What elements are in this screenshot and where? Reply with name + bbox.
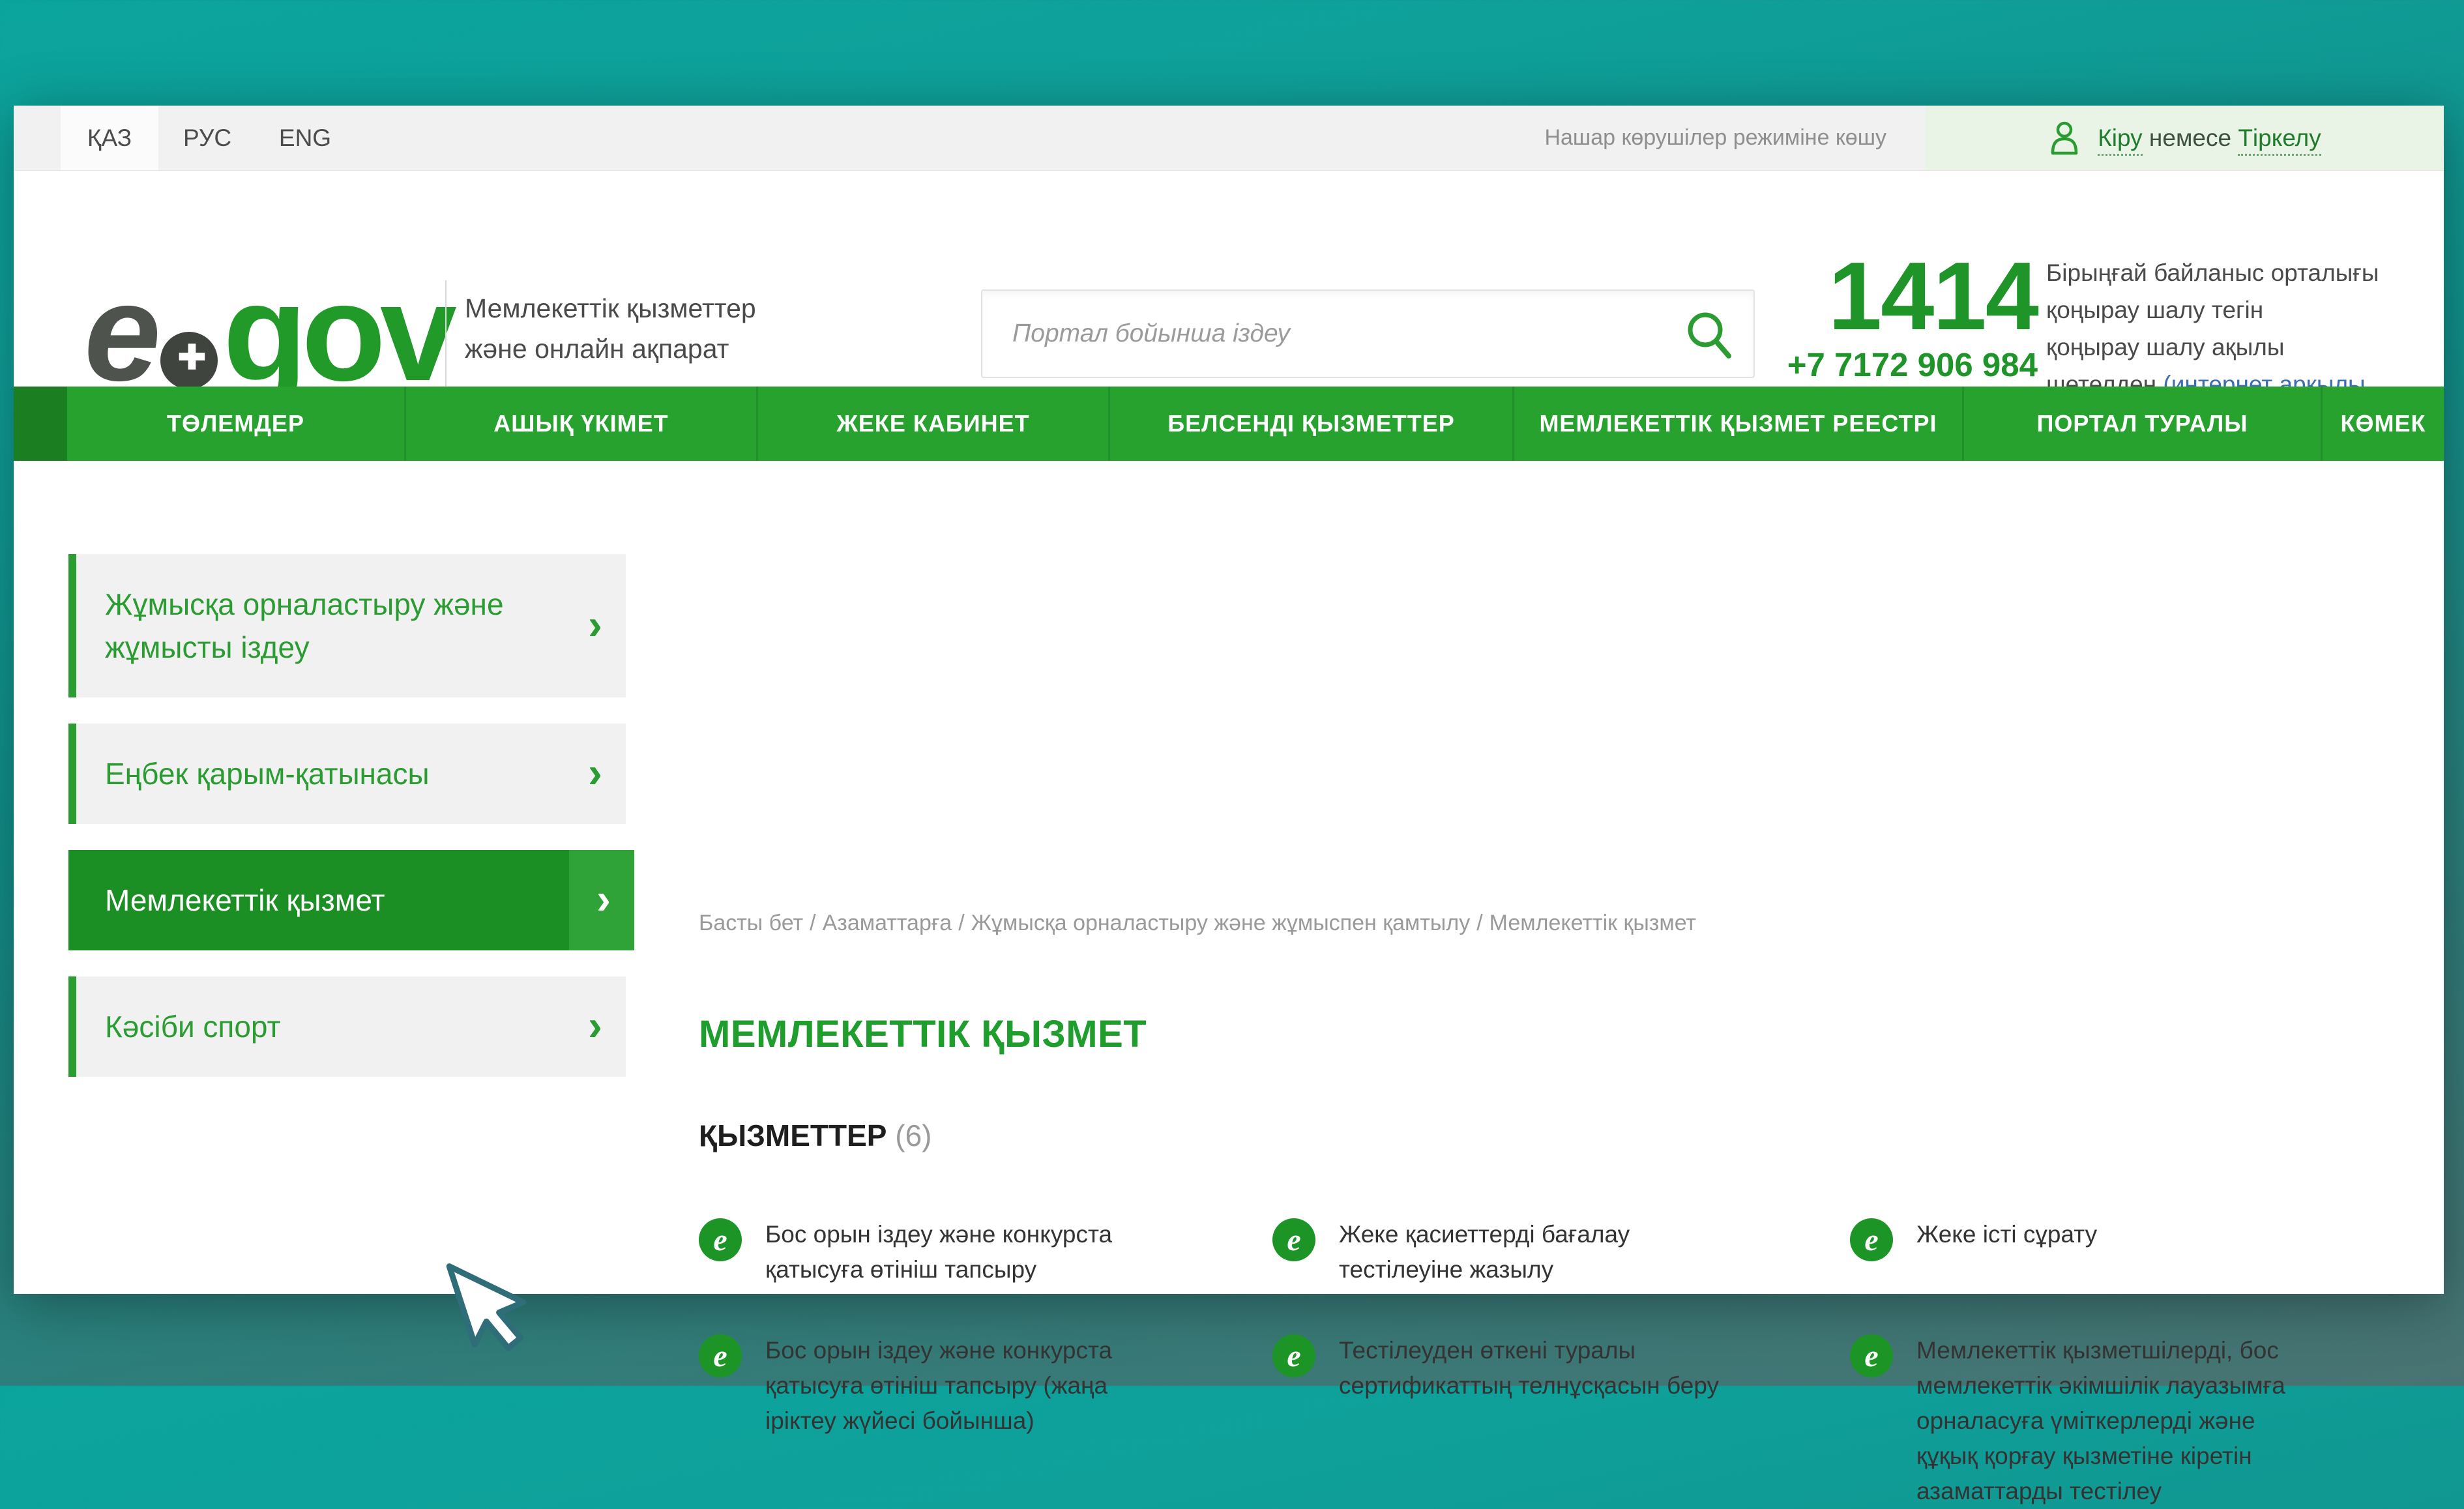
nav-open-government[interactable]: АШЫҚ ҮКІМЕТ <box>404 387 756 461</box>
content-area: Жұмысқа орналастыру және жұмысты іздеу ›… <box>14 461 2444 1294</box>
breadcrumb-separator: / <box>810 911 815 935</box>
services-count: (6) <box>895 1119 931 1152</box>
chevron-right-icon: › <box>588 1003 602 1046</box>
sidebar-item-label: Кәсіби спорт <box>105 1010 281 1044</box>
nav-active-services[interactable]: БЕЛСЕНДІ ҚЫЗМЕТТЕР <box>1108 387 1512 461</box>
mouse-cursor <box>436 1251 546 1360</box>
sidebar-item-label: Еңбек қарым-қатынасы <box>105 757 430 791</box>
egov-portal-page: ҚАЗ РУС ENG Нашар көрушілер режиміне көш… <box>14 106 2444 1294</box>
egov-service-icon: e <box>699 1334 742 1377</box>
nav-about-portal[interactable]: ПОРТАЛ ТУРАЛЫ <box>1962 387 2321 461</box>
contact-line1: Бірыңғай байланыс орталығы <box>2046 254 2437 291</box>
main-navigation: ТӨЛЕМДЕР АШЫҚ ҮКІМЕТ ЖЕКЕ КАБИНЕТ БЕЛСЕН… <box>14 387 2444 461</box>
user-icon <box>2048 121 2081 156</box>
service-link-vacancy-application-new-system[interactable]: e Бос орын іздеу және конкурста қатысуға… <box>699 1333 1272 1509</box>
call-center-number: 1414 <box>1813 248 2038 345</box>
breadcrumb-current: Мемлекеттік қызмет <box>1489 911 1696 935</box>
breadcrumb-separator: / <box>958 911 964 935</box>
sidebar-item-labor-relations[interactable]: Еңбек қарым-қатынасы › <box>68 724 626 824</box>
login-register-links: Кіру немесе Тіркелу <box>2098 125 2321 152</box>
top-bar: ҚАЗ РУС ENG Нашар көрушілер режиміне көш… <box>14 106 2444 171</box>
logo-emblem-icon <box>160 332 218 389</box>
service-link-certificate-duplicate[interactable]: e Тестілеуден өткені туралы сертификатты… <box>1272 1333 1850 1509</box>
nav-help[interactable]: КӨМЕК <box>2321 387 2444 461</box>
services-grid: e Бос орын іздеу және конкурста қатысуға… <box>699 1217 2420 1509</box>
call-center-phone-international: +7 7172 906 984 <box>1761 345 2038 384</box>
nav-personal-cabinet[interactable]: ЖЕКЕ КАБИНЕТ <box>756 387 1108 461</box>
login-link[interactable]: Кіру <box>2098 125 2142 156</box>
tagline-line2: және онлайн ақпарат <box>465 334 729 364</box>
sidebar-item-label: Мемлекеттік қызмет <box>105 883 385 917</box>
egov-service-icon: e <box>1850 1218 1893 1261</box>
service-link-civil-servants-testing[interactable]: e Мемлекеттік қызметшілерді, бос мемлеке… <box>1850 1333 2420 1509</box>
nav-state-services-registry[interactable]: МЕМЛЕКЕТТІК ҚЫЗМЕТ РЕЕСТРІ <box>1512 387 1962 461</box>
language-switcher: ҚАЗ РУС ENG <box>61 106 354 170</box>
service-link-personal-file-request[interactable]: e Жеке істі сұрату <box>1850 1217 2420 1287</box>
services-heading: ҚЫЗМЕТТЕР (6) <box>699 1118 932 1153</box>
egov-service-icon: e <box>1272 1334 1315 1377</box>
egov-logo[interactable]: egov <box>84 267 451 398</box>
sidebar-item-employment[interactable]: Жұмысқа орналастыру және жұмысты іздеу › <box>68 554 626 697</box>
contact-line2: қоңырау шалу тегін <box>2046 291 2437 329</box>
tagline-line1: Мемлекеттік қызметтер <box>465 293 756 323</box>
egov-service-icon: e <box>699 1218 742 1261</box>
page-title: МЕМЛЕКЕТТІК ҚЫЗМЕТ <box>699 1012 1147 1056</box>
sidebar-menu: Жұмысқа орналастыру және жұмысты іздеу ›… <box>68 554 634 1103</box>
chevron-right-icon: › <box>588 750 602 793</box>
search-icon[interactable] <box>1684 310 1734 360</box>
accessibility-mode-link[interactable]: Нашар көрушілер режиміне көшу <box>1544 106 1886 170</box>
portal-search <box>981 289 1755 378</box>
breadcrumb: Басты бет/Азаматтарға/Жұмысқа орналастыр… <box>699 911 1696 936</box>
lang-kaz[interactable]: ҚАЗ <box>61 106 158 170</box>
search-input[interactable] <box>982 291 1753 377</box>
egov-service-icon: e <box>1272 1218 1315 1261</box>
login-or-text: немесе <box>2143 125 2238 151</box>
breadcrumb-employment[interactable]: Жұмысқа орналастыру және жұмыспен қамтыл… <box>971 911 1471 935</box>
nav-left-cap <box>14 387 67 461</box>
service-link-personal-qualities-testing[interactable]: e Жеке қасиеттерді бағалау тестілеуіне ж… <box>1272 1217 1850 1287</box>
breadcrumb-home[interactable]: Басты бет <box>699 911 803 935</box>
sidebar-item-state-service[interactable]: Мемлекеттік қызмет › <box>68 850 634 950</box>
nav-payments[interactable]: ТӨЛЕМДЕР <box>67 387 404 461</box>
service-link-vacancy-application[interactable]: e Бос орын іздеу және конкурста қатысуға… <box>699 1217 1272 1287</box>
register-link[interactable]: Тіркелу <box>2238 125 2321 156</box>
sidebar-item-label: Жұмысқа орналастыру және жұмысты іздеу <box>105 587 504 664</box>
login-block[interactable]: Кіру немесе Тіркелу <box>1926 106 2444 170</box>
logo-divider <box>445 280 447 403</box>
topbar-spacer <box>354 106 1544 170</box>
sidebar-item-professional-sport[interactable]: Кәсіби спорт › <box>68 976 626 1077</box>
site-header: egov Мемлекеттік қызметтер және онлайн а… <box>14 171 2444 387</box>
chevron-right-icon: › <box>588 602 602 645</box>
lang-eng[interactable]: ENG <box>256 106 354 170</box>
site-tagline: Мемлекеттік қызметтер және онлайн ақпара… <box>465 288 756 369</box>
breadcrumb-citizens[interactable]: Азаматтарға <box>823 911 952 935</box>
egov-service-icon: e <box>1850 1334 1893 1377</box>
breadcrumb-separator: / <box>1476 911 1482 935</box>
chevron-right-icon: › <box>596 877 611 920</box>
contact-line3: қоңырау шалу ақылы <box>2046 329 2437 366</box>
lang-rus[interactable]: РУС <box>158 106 256 170</box>
